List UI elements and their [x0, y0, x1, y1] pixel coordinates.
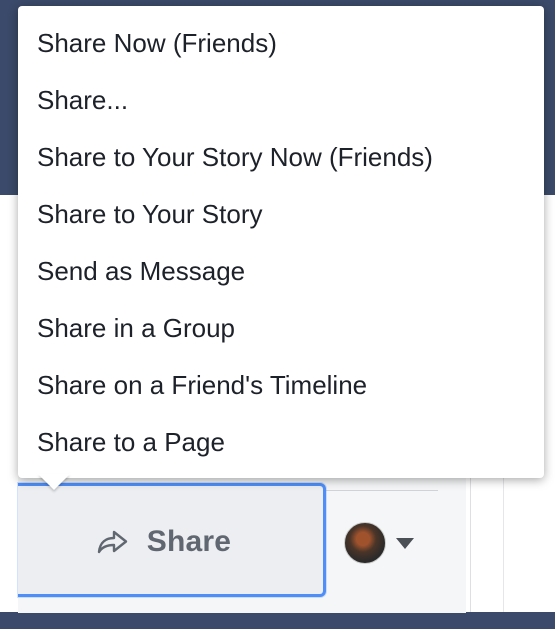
avatar[interactable] — [344, 522, 386, 564]
share-button-content[interactable]: Share — [18, 504, 308, 580]
share-menu: Share Now (Friends) Share... Share to Yo… — [18, 6, 544, 478]
menu-item-share-dialog[interactable]: Share... — [18, 72, 544, 129]
audience-selector[interactable] — [344, 522, 414, 564]
menu-item-send-message[interactable]: Send as Message — [18, 243, 544, 300]
footer-band — [0, 612, 555, 629]
share-arrow-icon — [97, 530, 127, 554]
share-label: Share — [146, 525, 232, 558]
chevron-down-icon[interactable] — [396, 537, 414, 549]
menu-pointer — [38, 474, 70, 490]
menu-item-share-page[interactable]: Share to a Page — [18, 414, 544, 471]
share-menu-list: Share Now (Friends) Share... Share to Yo… — [18, 6, 544, 471]
menu-item-friend-timeline[interactable]: Share on a Friend's Timeline — [18, 357, 544, 414]
share-button[interactable]: Share — [18, 483, 326, 597]
menu-item-share-now[interactable]: Share Now (Friends) — [18, 15, 544, 72]
menu-item-share-group[interactable]: Share in a Group — [18, 300, 544, 357]
menu-item-story[interactable]: Share to Your Story — [18, 186, 544, 243]
menu-item-story-now[interactable]: Share to Your Story Now (Friends) — [18, 129, 544, 186]
